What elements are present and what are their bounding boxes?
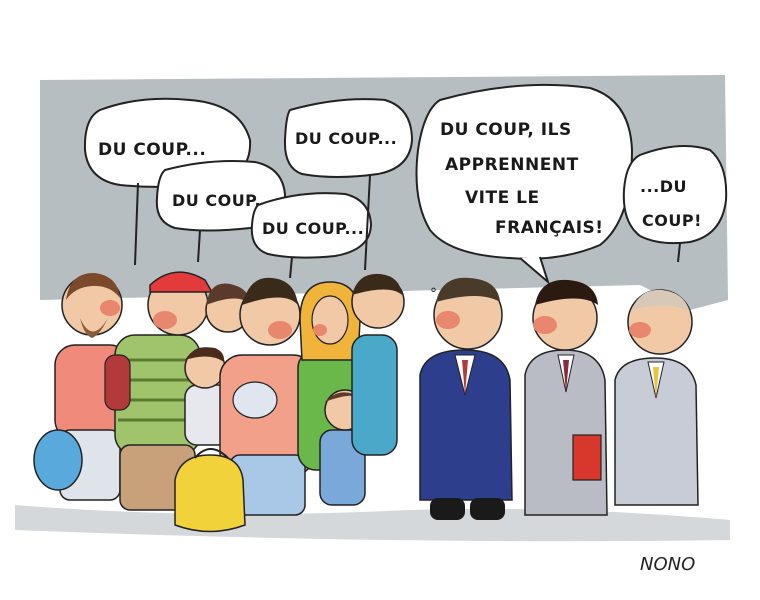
bubble-1-text: DU COUP... [98,140,206,160]
politician-grey-suit [524,279,608,516]
bubble-4-text: DU COUP... [295,129,397,148]
bubble-5-line-3: VITE LE [465,188,540,208]
yellow-bag [174,448,246,533]
artist-signature: NONO [640,554,695,575]
bubble-5-line-4: FRANÇAIS! [495,218,604,238]
politician-light-suit [614,289,699,506]
red-folder [572,434,602,481]
politician-navy-suit [419,277,513,520]
bubble-3-text: DU COUP... [262,219,364,238]
ground-shadow [15,505,730,542]
blue-plastic-bag [33,429,83,491]
bubble-6-line-2: COUP! [642,211,702,230]
cartoon-illustration: DU COUP... DU COUP... DU COUP... DU COUP… [15,75,730,575]
bubble-5-line-2: APPRENNENT [445,155,579,175]
bubble-5-line-1: DU COUP, ILS [440,120,572,140]
man-blue-shirt-figure [351,273,405,456]
bubble-6-line-1: ...DU [640,177,687,196]
